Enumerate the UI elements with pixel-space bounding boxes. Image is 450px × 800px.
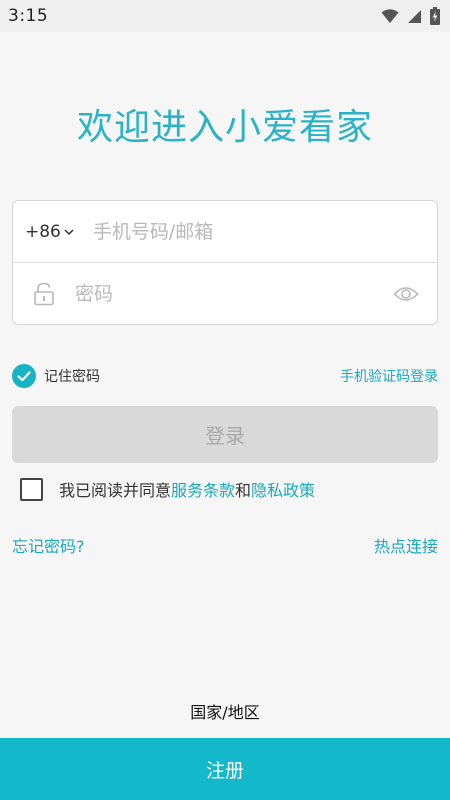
- wifi-icon: [381, 9, 399, 23]
- agreement-prefix: 我已阅读并同意: [59, 481, 172, 500]
- hotspot-connect-link[interactable]: 热点连接: [374, 533, 438, 557]
- country-code-selector[interactable]: +86: [25, 222, 75, 242]
- lock-icon: [34, 282, 54, 306]
- check-circle-icon: [12, 364, 36, 388]
- password-input[interactable]: [75, 283, 393, 305]
- terms-of-service-link[interactable]: 服务条款: [171, 481, 235, 500]
- status-bar: 3:15: [0, 0, 450, 32]
- phone-email-input[interactable]: [92, 220, 437, 243]
- login-screen: 3:15 欢迎进入小爱看家 +86 手机号码/邮箱 记住密码 手机验证码登录 登…: [0, 0, 450, 800]
- agreement-and: 和: [235, 481, 252, 500]
- password-row: [13, 263, 437, 325]
- phone-row: +86: [13, 201, 437, 263]
- eye-icon[interactable]: [393, 284, 419, 304]
- welcome-title: 欢迎进入小爱看家: [76, 107, 373, 148]
- sms-code-login-link[interactable]: 手机验证码登录: [340, 366, 438, 386]
- remember-password-checkbox[interactable]: 记住密码: [12, 364, 100, 388]
- cellular-signal-icon: [408, 9, 421, 23]
- status-time: 3:15: [8, 6, 49, 26]
- register-button[interactable]: 注册: [0, 738, 450, 800]
- battery-charging-icon: [430, 7, 440, 25]
- remember-row: 记住密码 手机验证码登录: [12, 363, 438, 389]
- login-form: +86: [12, 200, 438, 325]
- remember-password-label: 记住密码: [44, 369, 100, 385]
- country-code-label: +86: [25, 221, 61, 242]
- chevron-down-icon: [64, 228, 74, 235]
- agreement-text: 我已阅读并同意服务条款和隐私政策: [59, 477, 315, 501]
- agreement-row: 我已阅读并同意服务条款和隐私政策: [20, 477, 315, 501]
- country-region-selector[interactable]: 国家/地区: [0, 699, 450, 723]
- privacy-policy-link[interactable]: 隐私政策: [251, 481, 315, 500]
- forgot-password-link[interactable]: 忘记密码?: [12, 533, 85, 557]
- status-icons: [381, 7, 440, 25]
- login-button[interactable]: 登录: [12, 406, 438, 463]
- agreement-checkbox[interactable]: [20, 477, 43, 501]
